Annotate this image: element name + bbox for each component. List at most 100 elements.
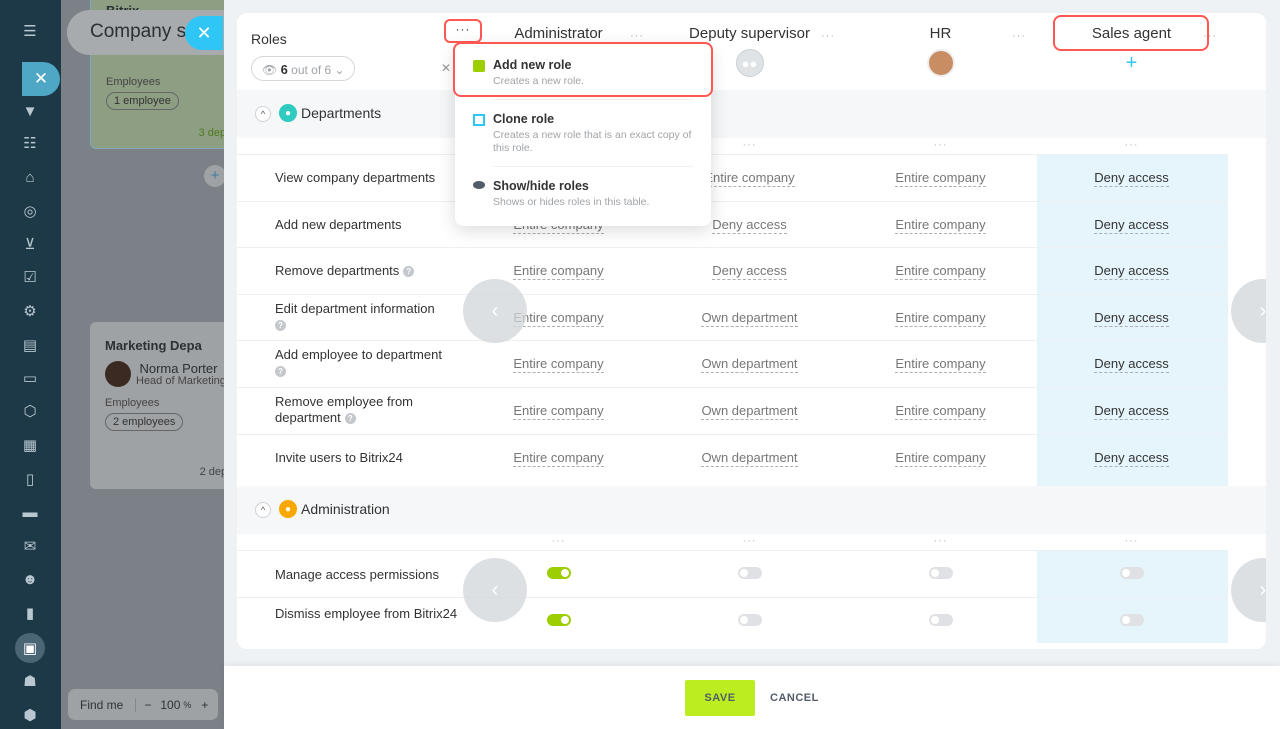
access-permissions-panel: Roles ··· 👁 6 out of 6 ⌄ ✕ Administrator… [224, 0, 1280, 729]
column-more-button[interactable]: ··· [1036, 139, 1227, 151]
column-more-button[interactable]: ··· [463, 535, 654, 547]
scroll-left-button[interactable]: ‹ [463, 279, 527, 343]
permission-toggle[interactable] [929, 614, 953, 626]
drive-icon[interactable]: ▬ [19, 501, 41, 523]
permission-value-cell[interactable]: Deny access [1036, 170, 1227, 187]
column-more-button[interactable]: ··· [845, 139, 1036, 151]
robot-icon[interactable]: ☗ [19, 670, 41, 692]
permission-value-cell[interactable]: Deny access [1036, 217, 1227, 234]
top-card-employees-pill[interactable]: 1 employee [106, 92, 179, 110]
permission-value-cell[interactable]: Own department [654, 450, 845, 467]
top-card-footer: 3 depart [198, 127, 224, 139]
permission-value-cell[interactable]: Entire company [463, 403, 654, 420]
hexagon-icon[interactable]: ⬡ [19, 400, 41, 422]
menu-item-show-hide-roles[interactable]: Show/hide roles Shows or hides roles in … [455, 175, 711, 215]
help-icon[interactable]: ? [275, 366, 286, 378]
permission-label: View company departments [275, 170, 475, 186]
calendar-icon[interactable]: ▦ [19, 434, 41, 456]
permission-value-cell[interactable]: Own department [654, 403, 845, 420]
scroll-left-button[interactable]: ‹ [463, 558, 527, 622]
file-icon[interactable]: ▯ [19, 468, 41, 490]
collapse-section-icon[interactable]: ^ [255, 106, 271, 122]
menu-icon[interactable]: ☰ [19, 20, 41, 42]
find-me-button[interactable]: Find me [68, 697, 137, 712]
role-more-button[interactable]: ··· [1012, 30, 1026, 42]
visible-roles-count: 6 [280, 62, 288, 77]
permission-value-cell[interactable]: Entire company [463, 263, 654, 280]
permission-value-cell[interactable]: Entire company [463, 356, 654, 373]
save-button[interactable]: SAVE [685, 680, 755, 716]
permission-value-cell[interactable]: Entire company [463, 450, 654, 467]
permission-value-cell[interactable]: Entire company [845, 170, 1036, 187]
document-icon[interactable]: ▤ [19, 334, 41, 356]
scroll-right-button[interactable]: › [1231, 279, 1266, 343]
permission-value: Entire company [704, 170, 795, 187]
permission-toggle[interactable] [547, 567, 571, 579]
target-icon[interactable]: ◎ [19, 200, 41, 222]
pin-icon[interactable]: ✕ [441, 61, 451, 75]
help-icon[interactable]: ? [275, 320, 286, 332]
close-slider-button[interactable]: ✕ [185, 16, 223, 50]
permission-value-cell[interactable]: Own department [654, 356, 845, 373]
add-department-icon[interactable]: + [204, 165, 224, 187]
role-column-hr[interactable]: HR ··· [845, 23, 1036, 89]
permission-value-cell[interactable]: Deny access [1036, 403, 1227, 420]
contacts-icon[interactable]: ☻ [19, 568, 41, 590]
collapse-icon[interactable]: ✕ [22, 62, 60, 96]
add-new-role-highlight-outline [453, 42, 713, 97]
help-icon[interactable]: ? [344, 413, 356, 425]
permission-value-cell[interactable]: Own department [654, 310, 845, 327]
column-more-button[interactable]: ··· [654, 535, 845, 547]
avatar[interactable] [926, 49, 955, 77]
permission-toggle[interactable] [738, 567, 762, 579]
permission-value-cell[interactable]: Entire company [845, 450, 1036, 467]
permission-value-cell[interactable]: Entire company [845, 263, 1036, 280]
role-more-button[interactable]: ··· [630, 30, 644, 42]
permission-toggle[interactable] [547, 614, 571, 626]
permission-value-cell[interactable]: Deny access [1036, 263, 1227, 280]
permission-value-cell[interactable]: Entire company [845, 217, 1036, 234]
zoom-out-button[interactable]: − [136, 698, 159, 712]
group-avatar-icon[interactable]: ●● [735, 49, 764, 77]
permission-value: Entire company [895, 310, 986, 327]
add-member-icon[interactable]: + [1118, 49, 1146, 77]
scroll-right-button[interactable]: › [1231, 558, 1266, 622]
collapse-section-icon[interactable]: ^ [255, 502, 271, 518]
permission-toggle[interactable] [1120, 614, 1144, 626]
section-title: Administration [301, 501, 390, 517]
mail-icon[interactable]: ✉ [19, 535, 41, 557]
permission-value-cell[interactable]: Entire company [845, 403, 1036, 420]
bank-icon[interactable]: ⌂ [19, 166, 41, 188]
permission-value: Entire company [513, 450, 604, 467]
permission-value-cell[interactable]: Entire company [845, 310, 1036, 327]
automation-icon[interactable]: ⚙ [19, 300, 41, 322]
permission-value-cell[interactable]: Deny access [1036, 356, 1227, 373]
filter-icon[interactable]: ▼ [19, 100, 41, 122]
column-more-button[interactable]: ··· [1036, 535, 1227, 547]
permission-label-text: Remove employee from department [275, 394, 413, 425]
permission-toggle[interactable] [929, 567, 953, 579]
box-icon[interactable]: ⬢ [19, 704, 41, 726]
permission-value-cell[interactable]: Deny access [654, 263, 845, 280]
menu-item-clone-role[interactable]: Clone role Creates a new role that is an… [455, 108, 711, 158]
help-icon[interactable]: ? [403, 266, 415, 278]
marketing-employees-pill[interactable]: 2 employees [105, 413, 184, 431]
permission-toggle[interactable] [738, 614, 762, 626]
company-structure-icon[interactable]: ▣ [15, 633, 45, 663]
sales-agent-highlight-outline [1053, 15, 1209, 51]
permission-value-cell[interactable]: Deny access [1036, 310, 1227, 327]
zoom-unit: % [183, 699, 192, 710]
checkbox-icon[interactable]: ☑ [19, 266, 41, 288]
cancel-button[interactable]: CANCEL [770, 680, 819, 716]
role-more-button[interactable]: ··· [821, 30, 835, 42]
column-more-button[interactable]: ··· [845, 535, 1036, 547]
zoom-in-button[interactable]: + [193, 698, 216, 712]
chat-icon[interactable]: ▭ [19, 367, 41, 389]
cart-icon[interactable]: ⊻ [19, 233, 41, 255]
analytics-icon[interactable]: ▮ [19, 602, 41, 624]
tasks-icon[interactable]: ☷ [19, 132, 41, 154]
permission-value-cell[interactable]: Deny access [1036, 450, 1227, 467]
permission-toggle[interactable] [1120, 567, 1144, 579]
visible-roles-counter[interactable]: 👁 6 out of 6 ⌄ [251, 56, 355, 81]
permission-value-cell[interactable]: Entire company [845, 356, 1036, 373]
